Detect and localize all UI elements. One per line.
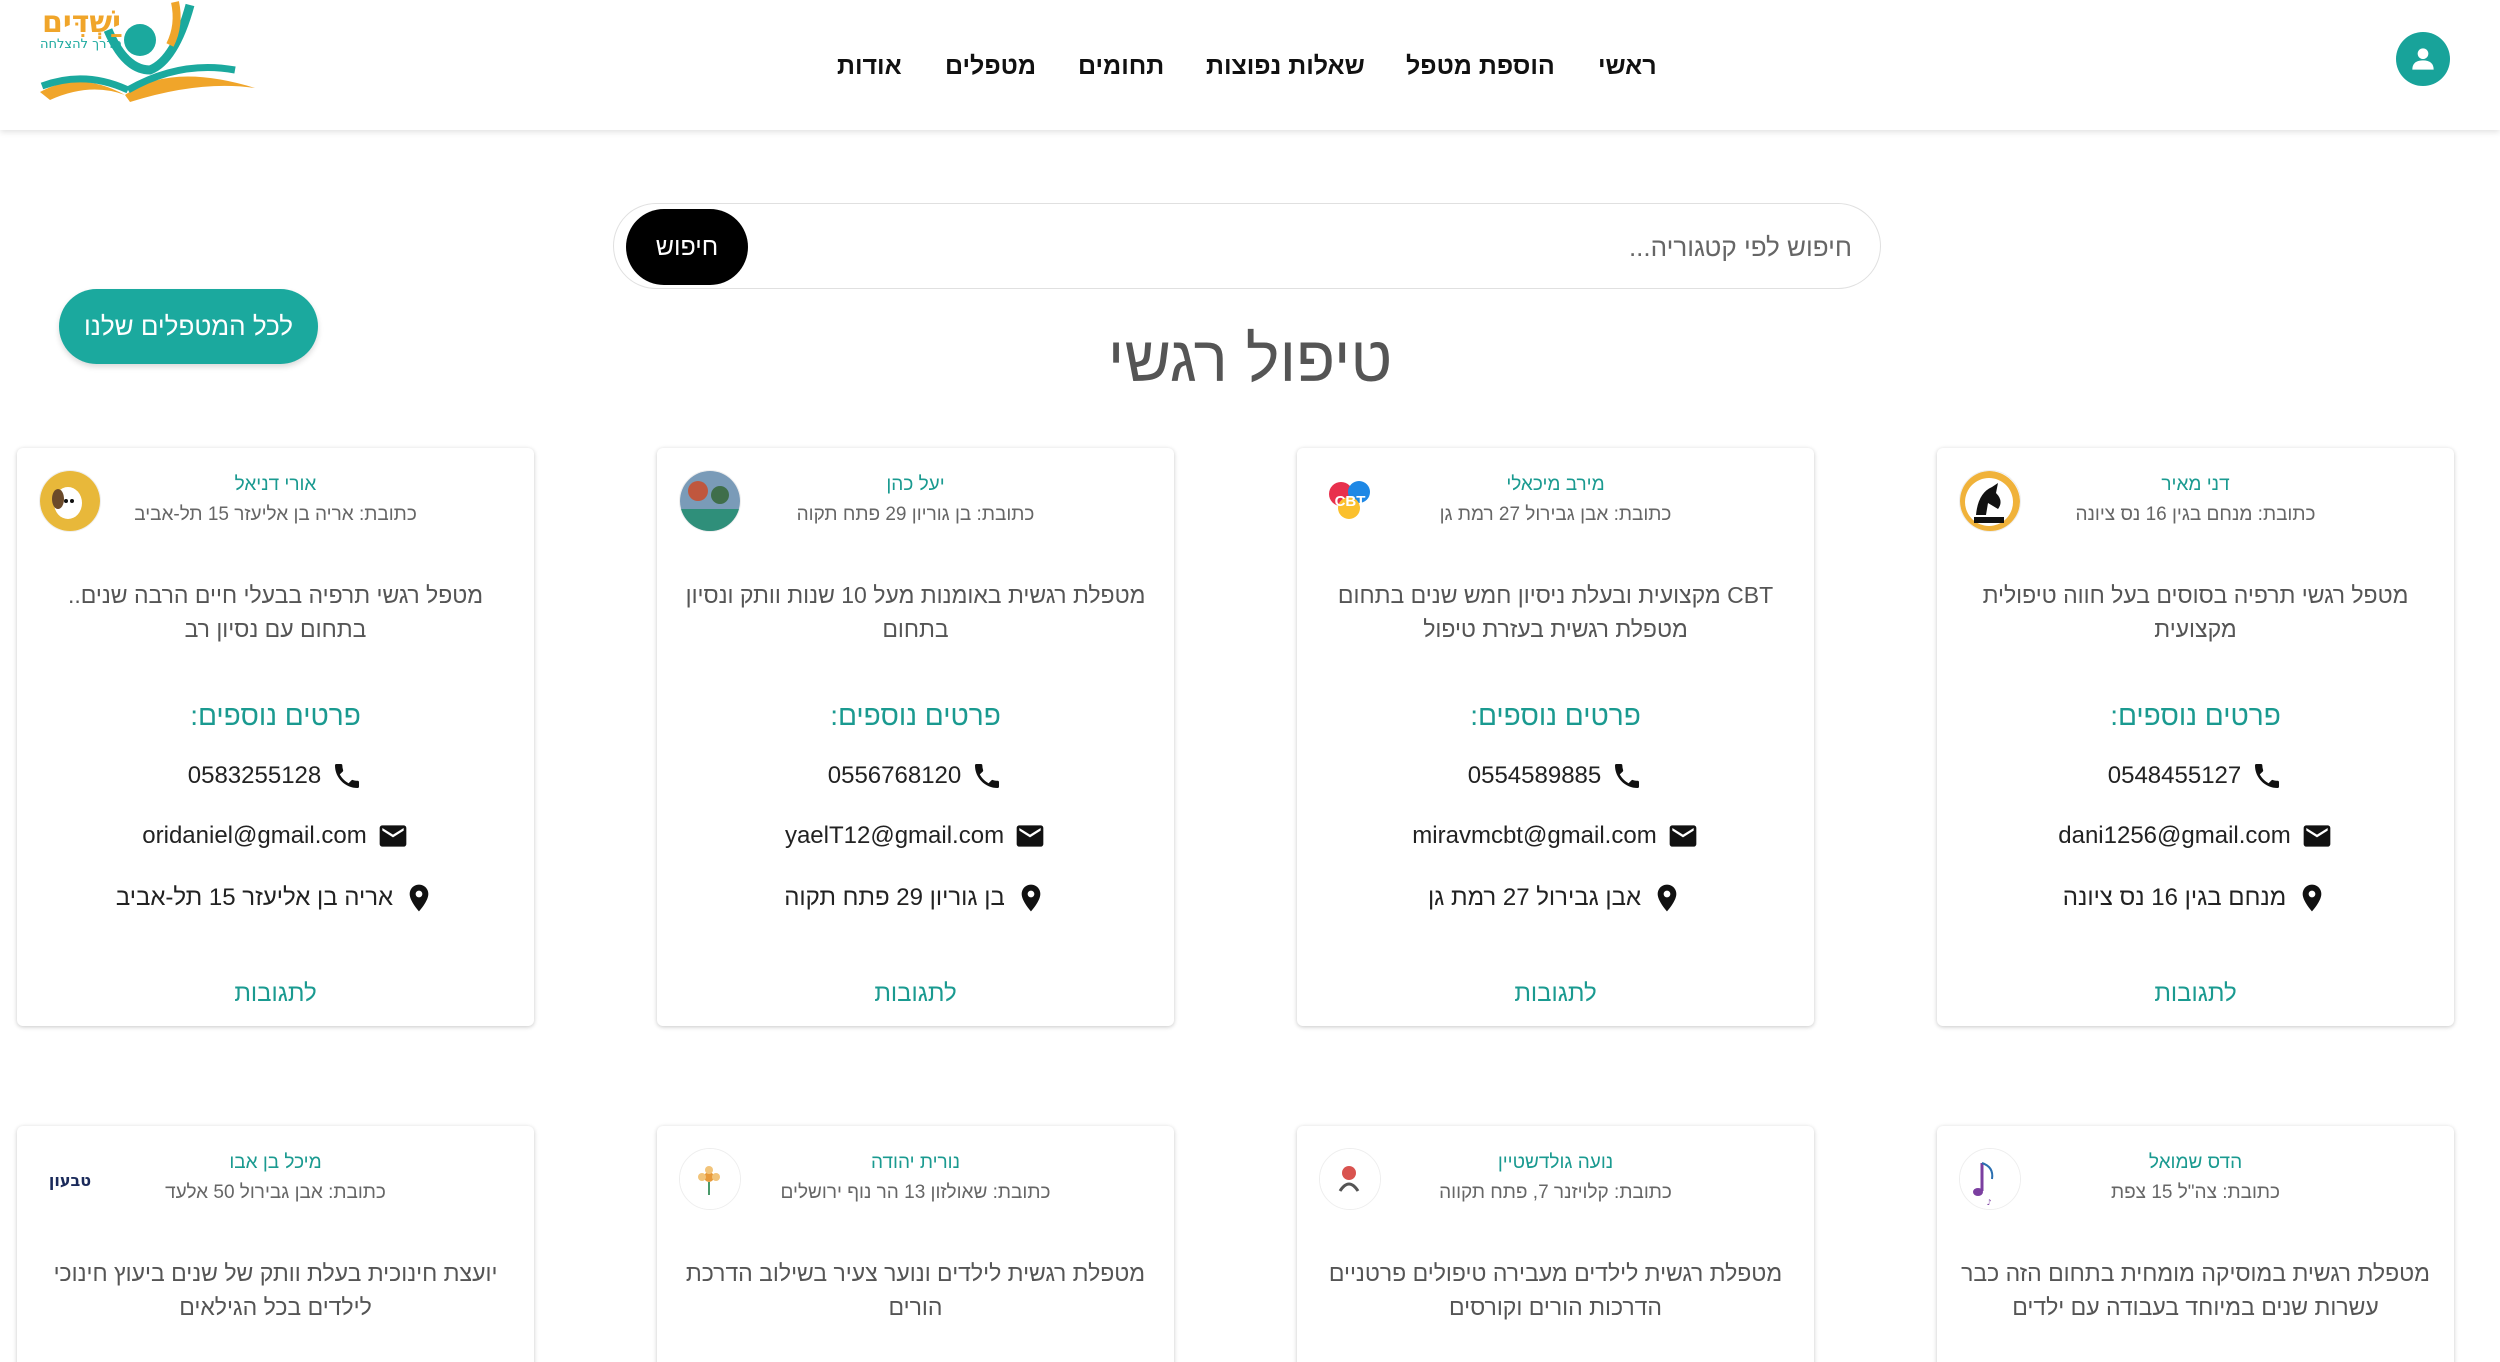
person-icon <box>2412 48 2434 70</box>
more-details-heading: פרטים נוספים: <box>830 700 1001 731</box>
therapist-name: נורית יהודה <box>871 1152 960 1173</box>
phone-number[interactable]: 0554589885 <box>1468 762 1601 790</box>
phone-row: 0548455127 <box>1937 760 2454 792</box>
therapist-address-line: כתובת: אריה בן אליעזר 15 תל-אביב <box>134 504 417 525</box>
address-row: בן גוריון 29 פתח תקוה <box>657 882 1174 914</box>
phone-row: 0583255128 <box>17 760 534 792</box>
svg-text:הדרך להצלחה: הדרך להצלחה <box>40 37 122 52</box>
location-pin-icon <box>1021 884 1041 912</box>
comments-link[interactable]: לתגובות <box>657 980 1174 1008</box>
email-icon <box>379 825 407 847</box>
more-details-heading: פרטים נוספים: <box>1470 700 1641 731</box>
email-row: miravmcbt@gmail.com <box>1297 820 1814 852</box>
search-input[interactable] <box>852 222 1852 272</box>
therapist-address-line: כתובת: שאולזון 13 הר נוף ירושלים <box>780 1182 1051 1203</box>
address-text: אריה בן אליעזר 15 תל-אביב <box>115 884 394 911</box>
therapist-name: מיכל בן אבו <box>229 1152 322 1173</box>
phone-number[interactable]: 0583255128 <box>188 762 321 790</box>
search-button[interactable]: חיפוש <box>626 209 748 285</box>
email-address[interactable]: dani1256@gmail.com <box>2058 822 2291 850</box>
nav-faq[interactable]: שאלות נפוצות <box>1206 52 1365 81</box>
therapist-description: מטפלת רגשית במוסיקה מומחית בתחום הזה כבר… <box>1961 1260 2430 1320</box>
location-pin-icon <box>1657 884 1677 912</box>
email-icon <box>1669 825 1697 847</box>
phone-number[interactable]: 0556768120 <box>828 762 961 790</box>
therapist-address-line: כתובת: אבן גבירול 50 אלעד <box>165 1182 386 1203</box>
therapist-card: נורית יהודה כתובת: שאולזון 13 הר נוף ירו… <box>657 1126 1174 1362</box>
therapist-address-line: כתובת: צה"ל 15 צפת <box>2110 1182 2281 1203</box>
phone-number[interactable]: 0548455127 <box>2108 762 2241 790</box>
phone-row: 0556768120 <box>657 760 1174 792</box>
therapist-description: מטפלת רגשית באומנות מעל 10 שנות וותק ונס… <box>685 582 1146 642</box>
nav-about[interactable]: אודות <box>837 52 902 81</box>
phone-icon <box>975 764 1000 788</box>
more-details-heading: פרטים נוספים: <box>190 700 361 731</box>
nav-therapists[interactable]: מטפלים <box>945 52 1036 81</box>
phone-icon <box>1615 764 1640 788</box>
therapist-card: דני מאיר כתובת: מנחם בגין 16 נס ציונה מט… <box>1937 448 2454 1026</box>
email-row: oridaniel@gmail.com <box>17 820 534 852</box>
therapist-description: יועצת חינוכית בעלת וותק של שנים ביעוץ חי… <box>53 1260 498 1320</box>
therapist-description: מטפלת רגשית לילדים מעבירה טיפולים פרטניי… <box>1328 1260 1783 1320</box>
therapist-name: אורי דניאל <box>234 474 317 495</box>
therapist-name: מירב מיכאלי <box>1506 474 1605 495</box>
page-title: טיפול רגשי <box>1107 323 1393 395</box>
therapist-name: יעל כהן <box>886 474 945 495</box>
therapist-name: נועה גולדשטיין <box>1497 1152 1614 1173</box>
therapist-address-line: כתובת: אבן גבירול 27 רמת גן <box>1439 504 1672 525</box>
therapist-address-line: כתובת: בן גוריון 29 פתח תקוה <box>796 504 1035 525</box>
comments-link[interactable]: לתגובות <box>1937 980 2454 1008</box>
address-text: בן גוריון 29 פתח תקוה <box>784 884 1005 911</box>
therapist-address-line: כתובת: קלויזנר 7, פתח תקווה <box>1439 1182 1672 1203</box>
more-details-heading: פרטים נוספים: <box>2110 700 2281 731</box>
email-address[interactable]: miravmcbt@gmail.com <box>1412 822 1656 850</box>
nav-home[interactable]: ראשי <box>1598 52 1657 81</box>
phone-row: 0554589885 <box>1297 760 1814 792</box>
therapist-card: ♪ הדס שמואל כתובת: צה"ל 15 צפת מטפלת רגש… <box>1937 1126 2454 1362</box>
address-text: אבן גבירול 27 רמת גן <box>1427 884 1642 911</box>
therapist-name: הדס שמואל <box>2148 1152 2243 1173</box>
therapist-card: אורי דניאל כתובת: אריה בן אליעזר 15 תל-א… <box>17 448 534 1026</box>
therapist-description: CBT מקצועית ובעלת ניסיון חמש שנים בתחום … <box>1337 582 1774 642</box>
email-row: dani1256@gmail.com <box>1937 820 2454 852</box>
email-icon <box>2303 825 2331 847</box>
nav-add-therapist[interactable]: הוספת מטפל <box>1406 52 1555 81</box>
email-row: yaelT12@gmail.com <box>657 820 1174 852</box>
phone-icon <box>335 764 360 788</box>
therapist-description: מטפלת רגשית לילדים ונוער צעיר בשילוב הדר… <box>685 1260 1146 1320</box>
email-address[interactable]: oridaniel@gmail.com <box>142 822 366 850</box>
therapist-card: CBT מירב מיכאלי כתובת: אבן גבירול 27 רמת… <box>1297 448 1814 1026</box>
location-pin-icon <box>409 884 429 912</box>
email-address[interactable]: yaelT12@gmail.com <box>785 822 1004 850</box>
main-nav: ראשי הוספת מטפל שאלות נפוצות תחומים מטפל… <box>0 52 2500 88</box>
therapist-description: מטפל רגשי תרפיה בסוסים בעל חווה טיפולית … <box>1982 582 2409 642</box>
nav-fields[interactable]: תחומים <box>1078 52 1164 81</box>
email-icon <box>1016 825 1044 847</box>
comments-link[interactable]: לתגובות <box>1297 980 1814 1008</box>
therapist-description: מטפל רגשי תרפיה בבעלי חיים הרבה שנים.. ב… <box>67 582 484 642</box>
address-text: מנחם בגין 16 נס ציונה <box>2062 884 2287 911</box>
therapist-card: יעל כהן כתובת: בן גוריון 29 פתח תקוה מטפ… <box>657 448 1174 1026</box>
address-row: אבן גבירול 27 רמת גן <box>1297 882 1814 914</box>
location-pin-icon <box>2302 884 2322 912</box>
address-row: אריה בן אליעזר 15 תל-אביב <box>17 882 534 914</box>
therapist-card: נועה גולדשטיין כתובת: קלויזנר 7, פתח תקו… <box>1297 1126 1814 1362</box>
phone-icon <box>2255 764 2280 788</box>
top-header: יַשְׁדִּים הדרך להצלחה ראשי הוספת מטפל ש… <box>0 0 2500 130</box>
comments-link[interactable]: לתגובות <box>17 980 534 1008</box>
therapist-name: דני מאיר <box>2161 474 2230 495</box>
therapist-card: טבעון מיכל בן אבו כתובת: אבן גבירול 50 א… <box>17 1126 534 1362</box>
therapist-address-line: כתובת: מנחם בגין 16 נס ציונה <box>2075 504 2316 525</box>
svg-text:יַשְׁדִּים: יַשְׁדִּים <box>42 5 122 40</box>
search-bar: חיפוש <box>613 203 1881 289</box>
address-row: מנחם בגין 16 נס ציונה <box>1937 882 2454 914</box>
user-account-button[interactable] <box>2396 32 2450 86</box>
